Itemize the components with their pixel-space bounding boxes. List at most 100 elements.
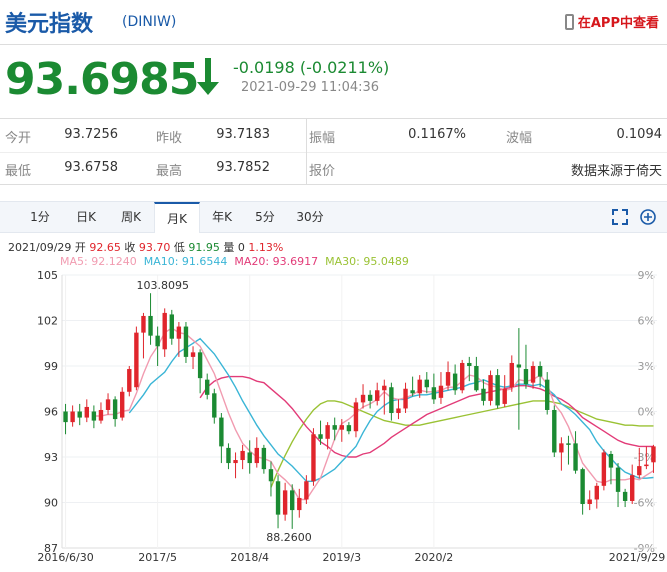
ma30-value: MA30: 95.0489 [325, 255, 409, 268]
y-tick-label: 102 [37, 315, 58, 328]
pct-tick-label: 3% [638, 360, 655, 373]
candle-body [155, 335, 160, 347]
y-tick-label: 99 [44, 360, 58, 373]
candle-body [594, 485, 599, 500]
candle-body [460, 362, 465, 391]
candle-body [630, 475, 635, 501]
candle-body [339, 425, 344, 430]
open-in-app-label: 在APP中查看 [577, 16, 659, 31]
candle-body [516, 364, 522, 368]
open-label: 开 [74, 241, 86, 254]
x-tick-label: 2016/6/30 [37, 551, 93, 564]
tab-week[interactable]: 周K [115, 202, 147, 233]
candle-body [311, 434, 316, 482]
candle-pct: 1.13% [248, 241, 284, 254]
candle-body [452, 373, 458, 391]
candle-body [523, 369, 529, 385]
candle-body [474, 366, 479, 391]
candle-body [240, 450, 245, 461]
index-title: 美元指数 [5, 12, 94, 37]
close-label: 收 [124, 241, 136, 254]
amplitude-label: 振幅 [309, 131, 336, 146]
candle-body [268, 469, 274, 482]
kline-chart[interactable]: 105 9%102 6%99 3%96 0%93 -3%90 -6%87 -9%2016/6/… [0, 268, 667, 572]
y-tick-label: 93 [44, 451, 58, 464]
price-change: -0.0198 (-0.0211%) [233, 58, 390, 77]
low-value: 93.6758 [64, 160, 118, 175]
pct-tick-label: 6% [638, 315, 655, 328]
candle-body [162, 312, 167, 350]
candle-body [488, 375, 493, 401]
phone-icon [564, 13, 574, 30]
candle-body [176, 326, 182, 339]
candle-body [615, 467, 621, 492]
tab-1min[interactable]: 1分 [25, 202, 55, 233]
candle-body [183, 326, 189, 357]
candle-low: 91.95 [188, 241, 220, 254]
candle-body [566, 443, 571, 445]
candle-body [148, 315, 153, 336]
candle-body [353, 402, 359, 432]
candle-body [580, 469, 585, 505]
min-annotation: 88.2600 [266, 531, 312, 544]
candle-body [389, 387, 394, 414]
candle-body [622, 491, 628, 501]
open-label: 今开 [5, 131, 32, 146]
candle-body [318, 434, 323, 439]
candle-body [290, 490, 295, 511]
pct-tick-label: 0% [638, 406, 655, 419]
candle-body [127, 369, 132, 392]
candle-body [403, 388, 408, 409]
open-in-app-link[interactable]: 在APP中查看 [564, 12, 659, 31]
tab-year[interactable]: 年K [206, 202, 238, 233]
candle-body [141, 315, 146, 333]
low-label: 最低 [5, 164, 32, 179]
candle-body [91, 411, 97, 421]
current-price: 93.6985 [5, 54, 199, 105]
candle-body [297, 497, 302, 511]
settings-icon[interactable] [639, 208, 657, 226]
candle-body [63, 411, 68, 423]
candle-info: 2021/09/29 开 92.65 收 93.70 低 91.95 量 0 1… [8, 239, 283, 255]
candle-body [212, 393, 217, 418]
candle-body [190, 352, 196, 357]
candle-body [424, 379, 429, 388]
divider [0, 44, 667, 45]
data-source: 数据来源于倚天 [570, 164, 662, 179]
low-label: 低 [173, 241, 185, 254]
tab-5min[interactable]: 5分 [250, 202, 280, 233]
prev-close-value: 93.7183 [216, 127, 270, 142]
tab-month[interactable]: 月K [154, 202, 200, 233]
tab-30min[interactable]: 30分 [292, 202, 328, 233]
candle-body [325, 425, 330, 439]
fullscreen-icon[interactable] [611, 208, 629, 226]
candle-body [367, 394, 373, 401]
candle-body [282, 490, 288, 515]
divider [0, 118, 667, 119]
candle-body [382, 385, 387, 391]
header: 美元指数 (DINIW) 在APP中查看 [0, 0, 667, 44]
candle-body [169, 314, 174, 339]
ma30-line [270, 400, 654, 488]
candle-volume: 0 [237, 241, 245, 254]
candle-body [502, 388, 507, 404]
max-annotation: 103.8095 [137, 279, 190, 292]
candle-body [530, 366, 536, 383]
divider [0, 152, 667, 153]
pct-tick-label: -6% [634, 497, 655, 510]
candle-body [233, 460, 238, 464]
candle-body [481, 388, 486, 401]
ma5-value: MA5: 92.1240 [60, 255, 137, 268]
candle-body [637, 466, 642, 476]
tab-day[interactable]: 日K [70, 202, 102, 233]
quote-label: 报价 [309, 164, 336, 179]
period-tabs: 1分 日K 周K 月K 年K 5分 30分 [0, 201, 667, 233]
candle-body [587, 499, 592, 505]
candle-body [559, 443, 564, 453]
down-arrow-icon [197, 58, 219, 95]
candle-body [247, 452, 252, 464]
candle-body [396, 408, 401, 414]
pct-tick-label: 9% [638, 269, 655, 282]
candle-body [431, 387, 437, 400]
candle-body [105, 399, 111, 410]
